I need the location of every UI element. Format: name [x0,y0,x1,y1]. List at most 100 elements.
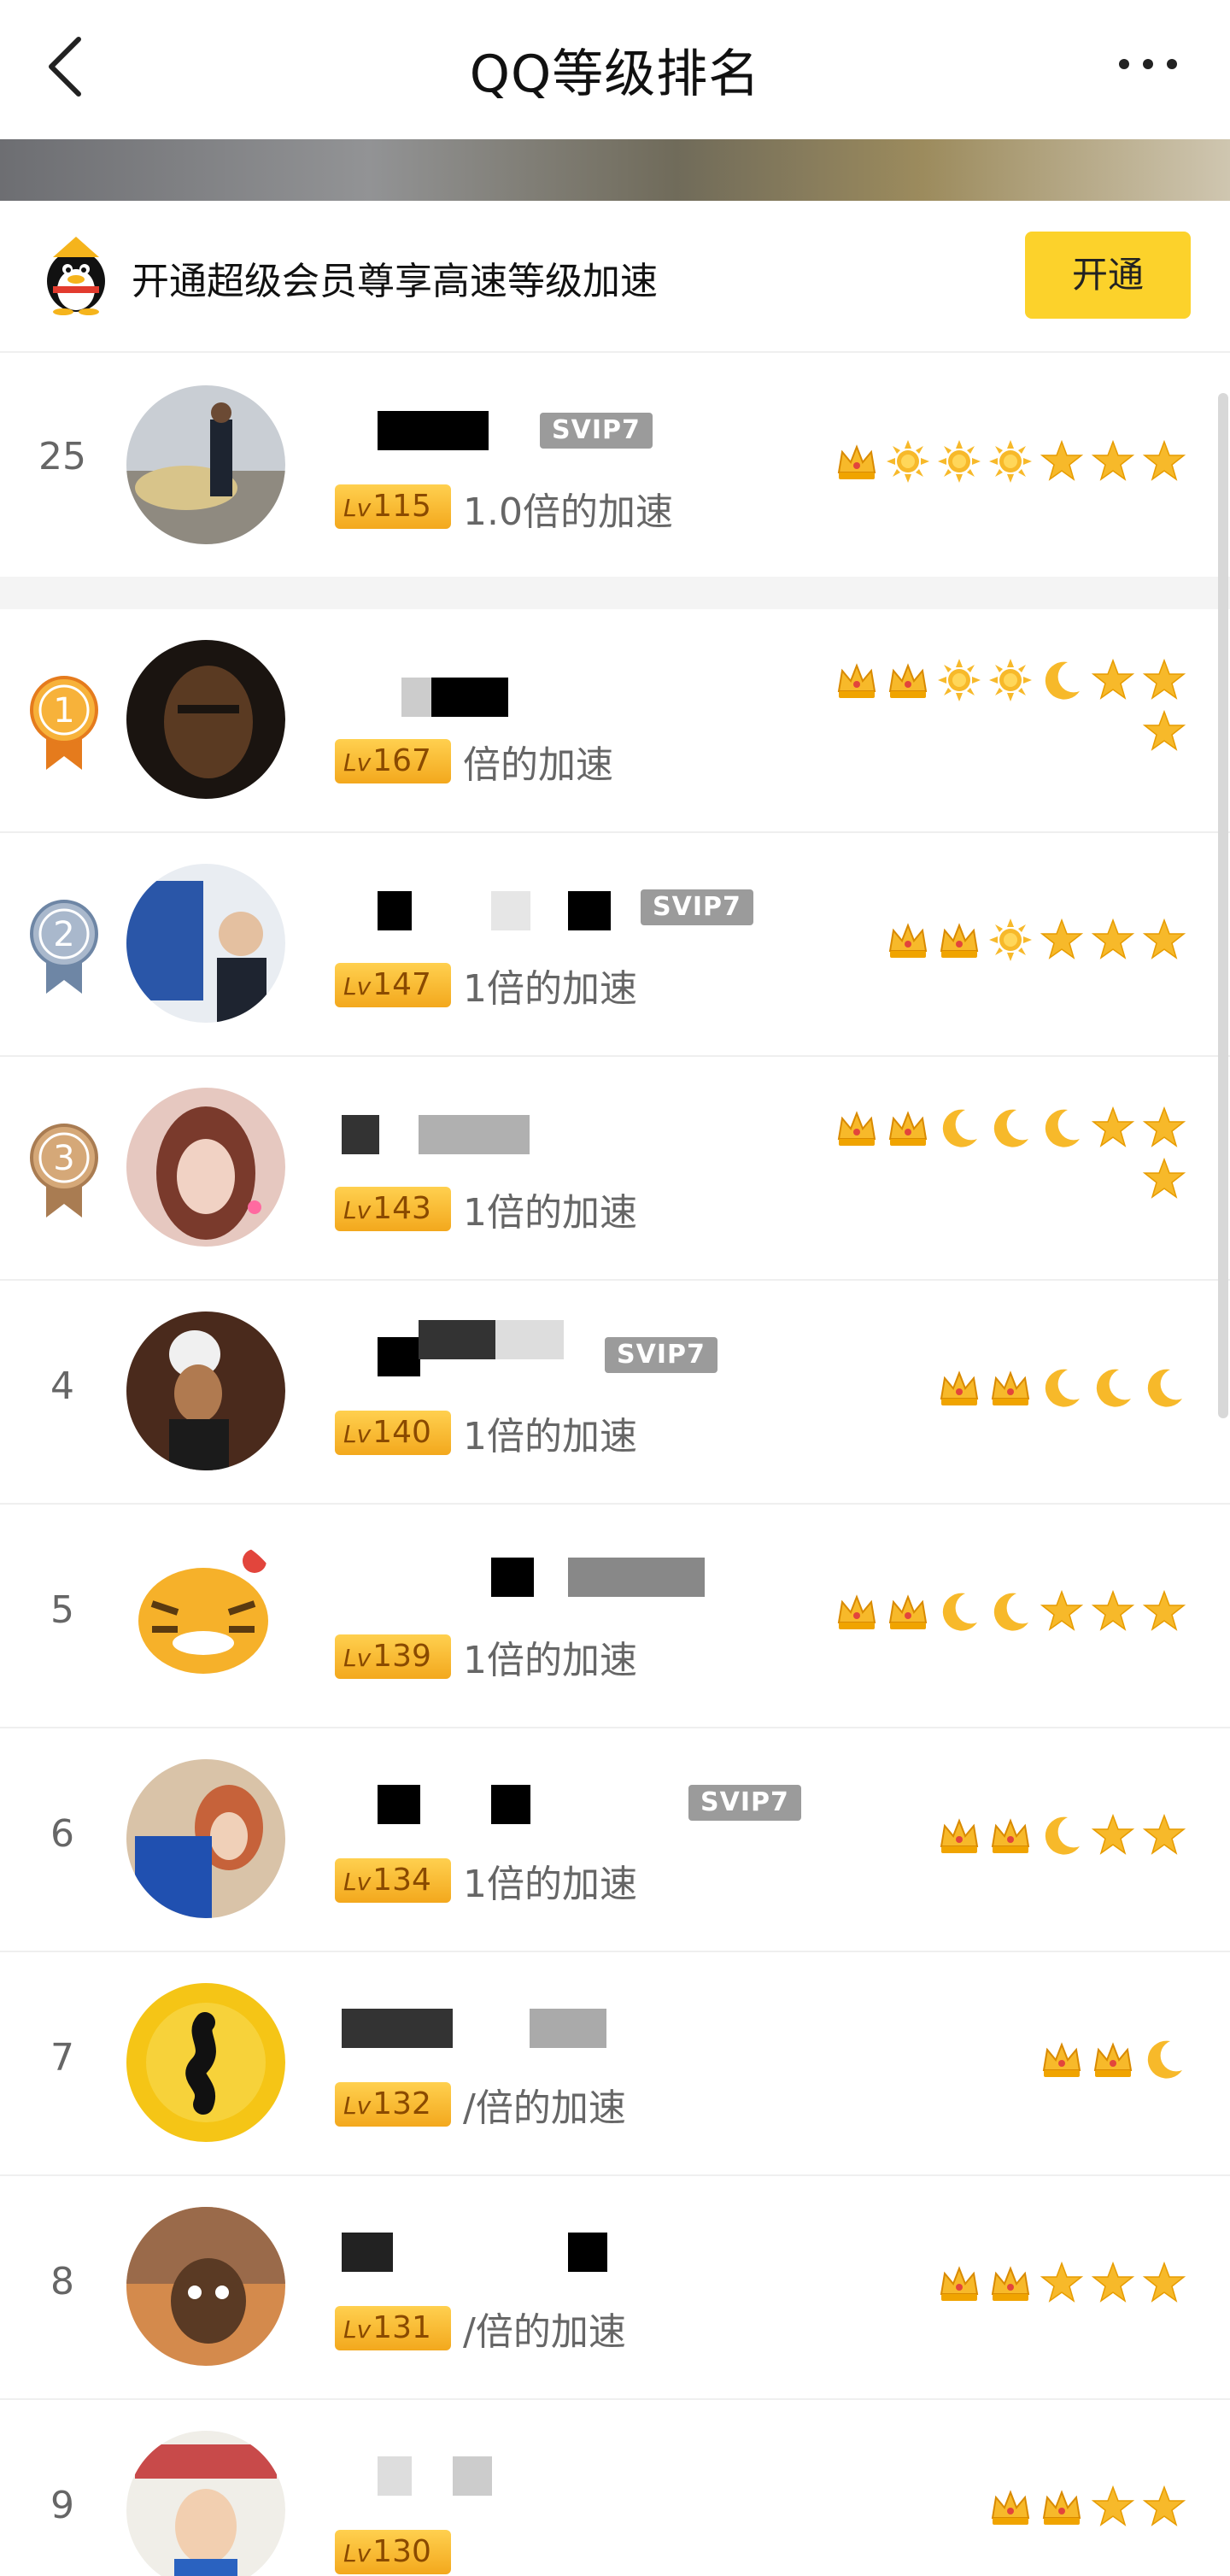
redacted-name [491,891,530,930]
level-icons [794,438,1187,484]
ranking-row[interactable]: 3 Lv143 1倍的加速 [0,1057,1230,1281]
ranking-row[interactable]: 4 SVIP7 Lv140 1倍的加速 [0,1281,1230,1505]
rank-number: 9 [50,2484,74,2527]
redacted-name [419,1320,495,1359]
star-icon [1142,709,1186,751]
star-icon [1091,1813,1135,1855]
level-icons [794,2260,1187,2306]
star-icon [1142,1589,1186,1631]
avatar[interactable] [126,1311,285,1470]
avatar[interactable] [126,1535,285,1694]
level-badge: Lv167 [335,739,451,783]
redacted-name [378,1337,420,1376]
ranking-row[interactable]: 5 Lv139 1倍的加速 [0,1505,1230,1728]
star-icon [1091,658,1135,700]
level-icons [794,1812,1187,1858]
svip-badge: SVIP7 [605,1337,718,1373]
svip-promo: 开通超级会员尊享高速等级加速 开通 [0,201,1230,353]
my-rank-row[interactable]: 25 SVIP7 Lv115 1.0倍的加速 [0,353,1230,577]
ranking-row[interactable]: 8 Lv131/倍的加速 [0,2176,1230,2400]
level-badge: Lv134 [335,1858,451,1903]
crown-icon [888,1111,928,1146]
crown-icon [940,2266,979,2301]
speed-text: 1倍的加速 [463,967,637,1011]
redacted-name [378,1785,420,1824]
speed-text: 倍的加速 [463,743,613,787]
moon-icon [993,1109,1028,1147]
star-icon [1091,2485,1135,2526]
ranking-row[interactable]: 9 Lv130 [0,2400,1230,2576]
redacted-name [530,2009,606,2048]
ranking-row[interactable]: 1 Lv167 倍的加速 [0,609,1230,833]
redacted-name [431,678,508,717]
avatar[interactable] [126,385,285,544]
sun-icon [887,440,929,483]
star-icon [1142,1813,1186,1855]
redacted-name [378,2456,412,2496]
star-icon [1091,918,1135,959]
level-badge: Lv139 [335,1634,451,1679]
promo-text: 开通超级会员尊享高速等级加速 [132,260,658,303]
redacted-name [568,1558,705,1597]
star-icon [1040,2261,1084,2303]
medal-silver-icon: 2 [30,900,98,994]
crown-icon [991,2490,1030,2525]
avatar[interactable] [126,864,285,1023]
rank-number: 5 [50,1588,74,1632]
level-badge: Lv132 [335,2082,451,2127]
redacted-name [491,1558,534,1597]
rank-number: 4 [50,1364,74,1408]
moon-icon [1147,2040,1182,2079]
medal-rank: 2 [53,915,74,954]
star-icon [1091,1106,1135,1147]
star-icon [1142,1157,1186,1199]
level-badge: Lv143 [335,1187,451,1231]
avatar[interactable] [126,2207,285,2366]
scrollbar[interactable] [1218,393,1228,1418]
open-svip-button[interactable]: 开通 [1025,232,1191,319]
avatar[interactable] [126,640,285,799]
moon-icon [942,1593,977,1631]
top-bar: QQ等级排名 [0,0,1230,139]
moon-icon [1096,1369,1131,1407]
crown-icon [940,1370,979,1405]
speed-text: 1倍的加速 [463,1639,637,1682]
star-icon [1142,439,1186,481]
redacted-name [342,1115,379,1154]
level-icons [794,657,1187,754]
avatar[interactable] [126,1983,285,2142]
avatar[interactable] [126,2431,285,2576]
header-banner [0,139,1230,201]
rank-number: 6 [50,1812,74,1856]
avatar[interactable] [126,1088,285,1247]
medal-gold-icon: 1 [30,676,98,770]
medal-rank: 1 [53,691,74,731]
crown-icon [1042,2490,1081,2525]
level-icons [794,917,1187,963]
star-icon [1142,1106,1186,1147]
avatar[interactable] [126,1759,285,1918]
moon-icon [993,1593,1028,1631]
moon-icon [1147,1369,1182,1407]
moon-icon [1045,1816,1080,1855]
ranking-row[interactable]: 2 SVIP7 Lv147 1倍的加速 [0,833,1230,1057]
level-badge: Lv130 [335,2530,451,2574]
rank-number: 8 [50,2260,74,2303]
speed-text: 1倍的加速 [463,1415,637,1458]
more-dots-icon[interactable] [1114,43,1182,85]
ranking-row[interactable]: 6 SVIP7 Lv134 1倍的加速 [0,1728,1230,1952]
sun-icon [989,918,1032,961]
redacted-name [453,2456,492,2496]
redacted-name [419,1115,530,1154]
star-icon [1091,439,1135,481]
ranking-row[interactable]: 7 Lv132/倍的加速 [0,1952,1230,2176]
redacted-name [568,891,611,930]
svip-badge: SVIP7 [688,1785,801,1821]
redacted-name [401,678,436,717]
redacted-name [495,1320,564,1359]
level-badge: Lv147 [335,963,451,1007]
sun-icon [989,440,1032,483]
rank-number: 25 [38,435,86,478]
moon-icon [1045,1369,1080,1407]
redacted-name [342,2009,453,2048]
